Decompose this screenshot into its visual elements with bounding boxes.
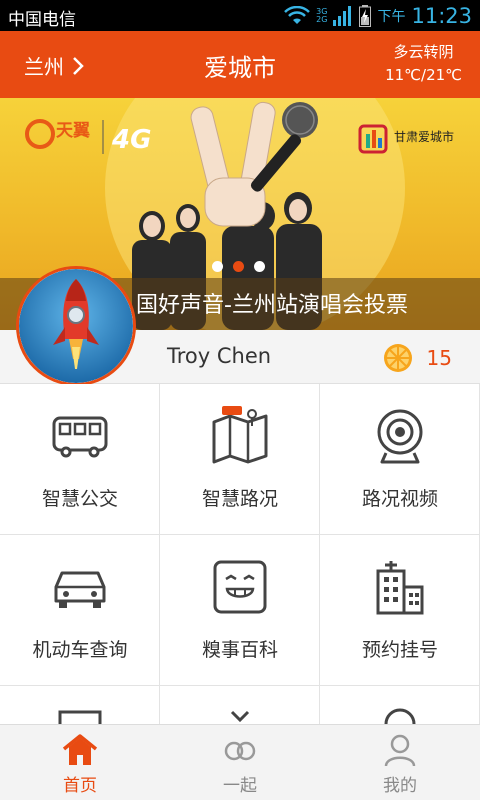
car-icon [54,571,106,608]
grid-item-vehicle[interactable]: 机动车查询 [0,535,160,686]
banner-logo-4g: 4G [112,125,152,155]
grid-item-video[interactable]: 路况视频 [320,384,480,535]
banner-dot-active[interactable] [233,261,244,272]
status-bar: 中国电信 3G 2G 下午 11:23 [0,0,480,31]
grid-item-label: 糗事百科 [201,639,278,661]
tab-home[interactable]: 首页 [0,725,160,800]
battery-charging-icon [359,4,372,27]
tab-label: 一起 [223,776,257,796]
banner-dot[interactable] [212,261,223,272]
points-display[interactable]: 15 [383,343,452,373]
grid-item-label: 智慧路况 [201,488,278,510]
rocket-icon [19,269,133,383]
signal-icon [333,5,352,26]
status-ampm: 下午 [377,8,406,25]
tab-together[interactable]: 一起 [160,725,320,800]
smiley-icon [213,560,267,614]
grid-item-label: 机动车查询 [32,639,128,661]
status-icons: 3G 2G 下午 11:23 [284,3,472,28]
tab-label: 我的 [383,776,417,796]
hospital-icon [376,561,424,615]
status-time: 11:23 [411,3,472,28]
grid-item-appointment[interactable]: 预约挂号 [320,535,480,686]
grid-item-partial[interactable] [320,686,480,725]
user-name[interactable]: Troy Chen [167,344,271,368]
weather-info[interactable]: 多云转阴 11℃/21℃ [385,41,462,87]
weather-temperature: 11℃/21℃ [385,66,462,84]
points-value: 15 [426,346,452,370]
bottom-tab-bar: 首页 一起 我的 [0,724,480,800]
grid-item-label: 路况视频 [361,488,438,510]
feature-grid: 智慧公交 智慧路况 路况视频 机动车查询 糗事百科 预约挂号 [0,384,480,744]
bus-icon [52,416,108,458]
tab-mine[interactable]: 我的 [320,725,480,800]
grid-item-label: 预约挂号 [361,639,438,661]
network-type-label: 3G 2G [316,6,328,24]
orange-slice-icon [383,344,412,372]
road-map-icon [212,406,268,464]
avatar[interactable] [16,266,136,386]
weather-condition: 多云转阴 [393,43,454,61]
grid-item-traffic[interactable]: 智慧路况 [160,384,320,535]
user-icon [384,734,416,767]
grid-item-partial[interactable] [160,686,320,724]
banner-logo-right: 甘肃爱城市 [394,130,455,144]
banner-logo-tianyi: 天翼 [56,121,90,141]
camera-icon [377,409,423,464]
banner-caption: 国好声音-兰州站演唱会投票 [136,293,408,318]
grid-item-label: 智慧公交 [41,488,118,510]
banner-pagination [212,261,265,272]
rings-icon [224,741,256,761]
app-header: 兰州 爱城市 多云转阴 11℃/21℃ [0,31,480,98]
wifi-icon [284,5,311,24]
grid-item-partial[interactable] [0,686,160,744]
grid-item-bus[interactable]: 智慧公交 [0,384,160,535]
banner-dot[interactable] [254,261,265,272]
tab-label: 首页 [63,776,97,796]
home-icon [62,734,98,765]
grid-item-jokes[interactable]: 糗事百科 [160,535,320,686]
carrier-label: 中国电信 [8,10,76,30]
